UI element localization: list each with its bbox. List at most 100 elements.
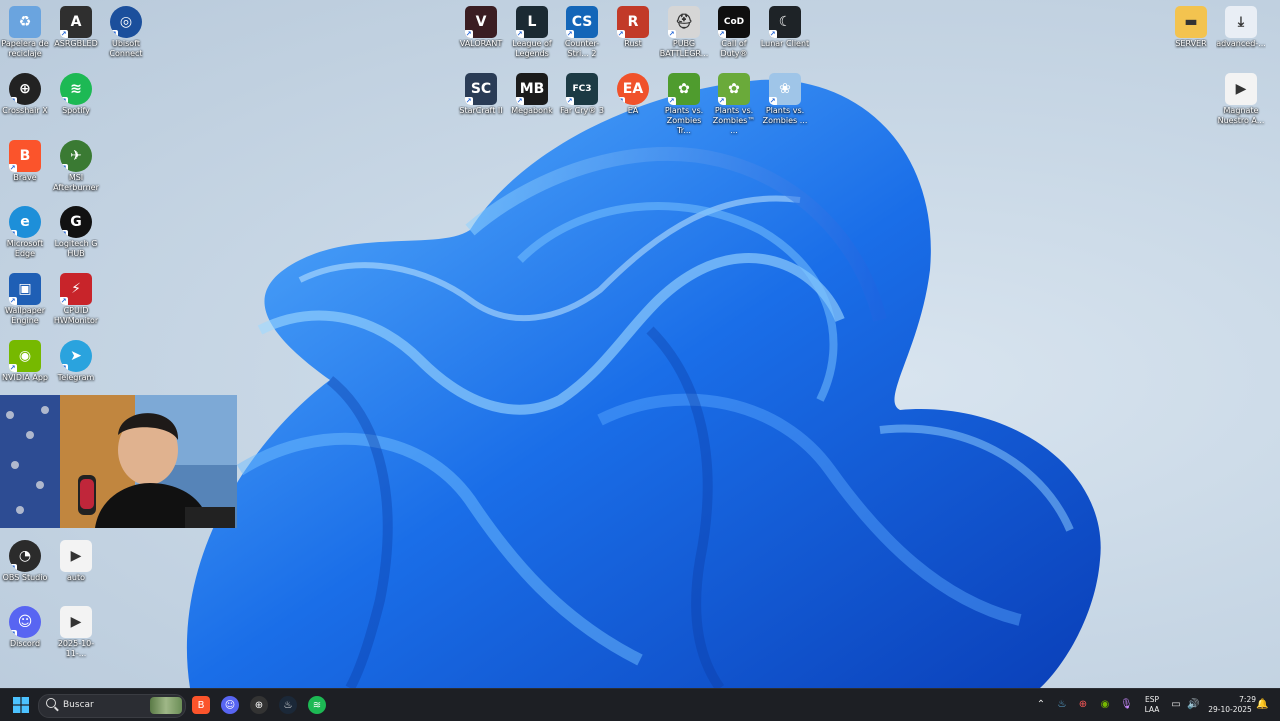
desktop-icon-cod[interactable]: CoD ↗ Call of Duty®	[709, 6, 759, 59]
wallpaper-engine-icon: ▣ ↗	[9, 273, 41, 305]
taskbar-app-brave[interactable]: B	[192, 696, 210, 714]
desktop-icon-video2025[interactable]: ▶ 2025-10-11-...	[51, 606, 101, 659]
desktop-icon-server[interactable]: ▬ SERVER	[1166, 6, 1216, 49]
brave-lion-icon-glyph: B	[19, 148, 31, 164]
desktop-icon-nvidia[interactable]: ◉ ↗ NVIDIA App	[0, 340, 50, 383]
desktop-icon-cs2[interactable]: CS ↗ Counter-Stri... 2	[557, 6, 607, 59]
desktop-icon-lunar[interactable]: ☾ ↗ Lunar Client	[760, 6, 810, 49]
desktop-icon-ubisoft[interactable]: ◎ ↗ Ubisoft Connect	[101, 6, 151, 59]
desktop-icon-pubg[interactable]: ⛑ ↗ PUBG BATTLEGR...	[659, 6, 709, 59]
far-cry-3-icon-glyph: FC3	[572, 84, 592, 94]
edge-icon: e ↗	[9, 206, 41, 238]
desktop-icon-asrgbled[interactable]: A ↗ ASRGBLED	[51, 6, 101, 49]
desktop-icon-advanced[interactable]: ⤓ advanced-...	[1216, 6, 1266, 49]
desktop-icon-recycle[interactable]: ♻ Papelera de reciclaje	[0, 6, 50, 59]
taskbar-app-crosshair[interactable]: ⊕	[250, 696, 268, 714]
desktop-icon-crosshair[interactable]: ⊕ ↗ Crosshair X	[0, 73, 50, 116]
desktop-icon-wallpaper[interactable]: ▣ ↗ Wallpaper Engine	[0, 273, 50, 326]
discord-icon: ☺ ↗	[9, 606, 41, 638]
desktop-icon-megabonk[interactable]: MB ↗ Megabonk	[507, 73, 557, 116]
shortcut-arrow-icon: ↗	[516, 97, 524, 105]
obs-icon-glyph: ◔	[18, 548, 32, 564]
call-of-duty-icon-glyph: CoD	[723, 17, 745, 27]
discord-icon-glyph: ☺	[17, 614, 33, 630]
desktop-icon-label: Crosshair X	[2, 106, 48, 115]
desktop-icon-label: StarCraft II	[459, 106, 503, 115]
clock[interactable]: 7:29 29-10-2025	[1204, 695, 1256, 715]
shortcut-arrow-icon: ↗	[769, 30, 777, 38]
spotify-icon: ≋	[312, 699, 322, 711]
desktop-icon-edge[interactable]: e ↗ Microsoft Edge	[0, 206, 50, 259]
starcraft-icon-glyph: SC	[470, 81, 492, 97]
steam-icon: ♨	[283, 699, 293, 711]
shortcut-arrow-icon: ↗	[9, 164, 17, 172]
desktop-icon-label: SERVER	[1175, 39, 1207, 48]
taskbar-app-spotify[interactable]: ≋	[308, 696, 326, 714]
desktop-icon-label: Ubisoft Connect	[109, 39, 143, 58]
rust-icon-glyph: R	[627, 14, 639, 30]
desktop-icon-brave[interactable]: B ↗ Brave	[0, 140, 50, 183]
desktop-icon-label: Magnate Nuestro A...	[1217, 106, 1265, 125]
taskbar-app-discord[interactable]: ☺	[221, 696, 239, 714]
desktop-icon-label: Telegram	[57, 373, 95, 382]
desktop-icon-telegram[interactable]: ➤ ↗ Telegram	[51, 340, 101, 383]
microphone-icon[interactable]: 🎙	[1120, 699, 1133, 711]
ubisoft-icon: ◎ ↗	[110, 6, 142, 38]
desktop-icon-valorant[interactable]: V ↗ VALORANT	[456, 6, 506, 49]
desktop-icon-label: NVIDIA App	[2, 373, 48, 382]
pubg-helmet-icon-glyph: ⛑	[675, 14, 693, 30]
desktop-icon-spotify[interactable]: ≋ ↗ Spotify	[51, 73, 101, 116]
desktop-icon-pvz2[interactable]: ✿ ↗ Plants vs. Zombies™ ...	[709, 73, 759, 136]
desktop-icon-label: 2025-10-11-...	[57, 639, 95, 658]
taskbar-search-box[interactable]: Buscar	[38, 694, 186, 718]
desktop-icon-label: Papelera de reciclaje	[1, 39, 49, 58]
desktop-icon-obs[interactable]: ◔ ↗ OBS Studio	[0, 540, 50, 583]
folder-icon-glyph: ▬	[1184, 14, 1198, 30]
volume-icon[interactable]: 🔊	[1187, 699, 1199, 711]
network-icon[interactable]: ▭	[1170, 699, 1182, 711]
desktop-icon-gpuid[interactable]: ⚡ ↗ CPUID HWMonitor	[51, 273, 101, 326]
pvz-flower-icon-glyph: ❀	[779, 81, 791, 97]
start-button[interactable]	[12, 696, 30, 714]
chevron-up-icon[interactable]: ⌃	[1035, 699, 1047, 711]
desktop-icon-pvz3[interactable]: ❀ ↗ Plants vs. Zombies ...	[760, 73, 810, 126]
crosshair-tray-icon[interactable]: ⊕	[1077, 699, 1089, 711]
desktop-icon-starcraft[interactable]: SC ↗ StarCraft II	[456, 73, 506, 116]
shortcut-arrow-icon: ↗	[60, 164, 68, 172]
nvidia-tray-icon[interactable]: ◉	[1099, 699, 1111, 711]
pvz-icon-glyph: ✿	[678, 81, 690, 97]
video-file-icon-glyph: ▶	[70, 548, 82, 564]
desktop-icon-label: Call of Duty®	[720, 39, 748, 58]
desktop-icon-label: Counter-Stri... 2	[564, 39, 600, 58]
search-placeholder: Buscar	[63, 700, 94, 710]
input-language[interactable]: ESP LAA	[1141, 695, 1163, 715]
shortcut-arrow-icon: ↗	[718, 97, 726, 105]
desktop-icon-afterburner[interactable]: ✈ ↗ MSI Afterburner	[51, 140, 101, 193]
lunar-client-icon: ☾ ↗	[769, 6, 801, 38]
shortcut-arrow-icon: ↗	[769, 97, 777, 105]
steam-tray-icon[interactable]: ♨	[1056, 699, 1068, 711]
ea-icon: EA ↗	[617, 73, 649, 105]
desktop-icon-rust[interactable]: R ↗ Rust	[608, 6, 658, 49]
asrock-rgb-icon-glyph: A	[70, 14, 82, 30]
pubg-helmet-icon: ⛑ ↗	[668, 6, 700, 38]
desktop-icon-lol[interactable]: L ↗ League of Legends	[507, 6, 557, 59]
notification-bell-icon[interactable]: 🔔	[1256, 699, 1268, 711]
desktop-icon-ea[interactable]: EA ↗ EA	[608, 73, 658, 116]
edge-icon-glyph: e	[20, 214, 30, 230]
desktop-icon-ghub[interactable]: G ↗ Logitech G HUB	[51, 206, 101, 259]
shortcut-arrow-icon: ↗	[9, 297, 17, 305]
desktop-icon-farcry[interactable]: FC3 ↗ Far Cry® 3	[557, 73, 607, 116]
brave-lion-icon: B ↗	[9, 140, 41, 172]
desktop-icon-pvz1[interactable]: ✿ ↗ Plants vs. Zombies Tr...	[659, 73, 709, 136]
desktop-icon-discord[interactable]: ☺ ↗ Discord	[0, 606, 50, 649]
nvidia-icon: ◉ ↗	[9, 340, 41, 372]
shortcut-arrow-icon: ↗	[465, 97, 473, 105]
taskbar-app-steam[interactable]: ♨	[279, 696, 297, 714]
desktop-icon-label: auto	[66, 573, 85, 582]
recycle-bin-icon-glyph: ♻	[18, 14, 32, 30]
desktop-icon-magnate[interactable]: ▶ Magnate Nuestro A...	[1216, 73, 1266, 126]
hwmonitor-icon-glyph: ⚡	[71, 281, 81, 297]
desktop-icon-auto[interactable]: ▶ auto	[51, 540, 101, 583]
download-icon-glyph: ⤓	[1237, 14, 1245, 30]
